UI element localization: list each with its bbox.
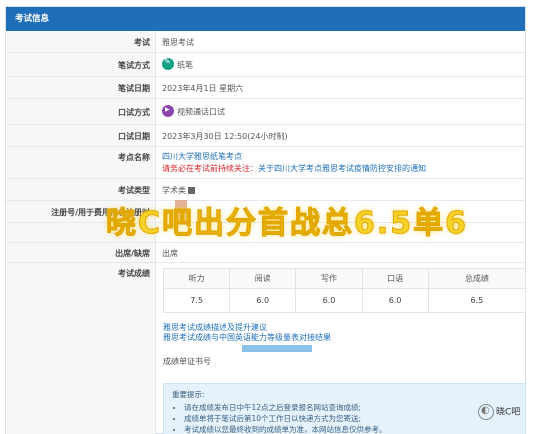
video-call-icon: [162, 105, 174, 117]
score-links: 雅思考试成绩描述及提升建议 雅思考试成绩与中国英语能力等级量表对接结果: [163, 323, 331, 343]
label-venue: 考点名称: [118, 153, 150, 162]
pen-icon: [162, 57, 174, 70]
score-reading: 6.0: [229, 288, 297, 313]
score-mapping-link[interactable]: 雅思考试成绩与中国英语能力等级量表对接结果: [163, 333, 331, 343]
label-scores: 考试成绩: [118, 269, 150, 278]
header-writing: 写作: [295, 268, 363, 289]
label-speaking-method: 口试方式: [118, 108, 150, 117]
scores-header-row: 听力 阅读 写作 口语 总成绩: [162, 268, 527, 289]
score-speaking: 6.0: [361, 288, 429, 313]
row-attendance: 出席/缺席 出席: [6, 243, 525, 263]
value-attendance: 出席: [162, 249, 178, 258]
method-text: 纸笔: [177, 60, 193, 70]
hint-item: 成绩单将于笔试后第10个工作日以快递方式为您寄送;: [184, 413, 517, 424]
score-overall: 6.5: [427, 288, 527, 313]
redaction-blur: [242, 345, 312, 352]
label-attendance: 出席/缺席: [115, 249, 150, 258]
score-describe-link[interactable]: 雅思考试成绩描述及提升建议: [163, 323, 331, 333]
label-speaking-date: 口试日期: [118, 132, 150, 141]
row-speaking-method: 口试方式 视频通话口试: [6, 99, 525, 125]
hint-list: 请在成绩发布日中午12点之后登录报名网站查询成绩; 成绩单将于笔试后第10个工作…: [184, 402, 517, 434]
panel-title: 考试信息: [6, 7, 525, 31]
notice-prefix: 请务必在考试前持续关注：: [162, 164, 258, 173]
brand-logo: 晓C吧: [478, 404, 520, 420]
value-method: 纸笔: [162, 57, 193, 71]
label-written-date: 笔试日期: [118, 84, 150, 93]
label-method: 笔试方式: [118, 61, 150, 70]
hint-title: 重要提示:: [172, 390, 205, 399]
header-reading: 阅读: [229, 268, 297, 289]
label-exam: 考试: [134, 38, 150, 47]
value-speaking-date: 2023年3月30日 12:50(24小时制): [162, 132, 288, 141]
speaking-method-text: 视频通话口试: [177, 107, 225, 117]
header-overall: 总成绩: [427, 268, 527, 289]
value-type: 学术类: [162, 185, 195, 196]
notice-link[interactable]: 关于四川大学考点雅思考试疫情防控安排的通知: [258, 164, 426, 173]
hint-box: 重要提示: 请在成绩发布日中午12点之后登录报名网站查询成绩; 成绩单将于笔试后…: [163, 383, 526, 434]
row-method: 笔试方式 纸笔: [6, 53, 525, 77]
row-venue: 考点名称 四川大学雅思纸笔考点 请务必在考试前持续关注：关于四川大学考点雅思考试…: [6, 147, 525, 179]
value-exam: 雅思考试: [162, 38, 194, 47]
scores-value-row: 7.5 6.0 6.0 6.0 6.5: [162, 288, 527, 313]
watermark-overlay: 晓C吧出分首战总6.5单6: [105, 206, 469, 242]
score-writing: 6.0: [295, 288, 363, 313]
row-exam: 考试 雅思考试: [6, 31, 525, 53]
row-written-date: 笔试日期 2023年4月1日 星期六: [6, 77, 525, 99]
venue-link[interactable]: 四川大学雅思纸笔考点: [162, 151, 242, 162]
value-speaking-method: 视频通话口试: [162, 105, 225, 118]
hint-item: 考试成绩以您最终收到的成绩单为准，本网站信息仅供参考。: [184, 424, 517, 434]
label-type: 考试类型: [118, 186, 150, 195]
scores-table: 听力 阅读 写作 口语 总成绩 7.5 6.0 6.0 6.0 6.5: [162, 268, 527, 313]
header-speaking: 口语: [361, 268, 429, 289]
venue-notice: 请务必在考试前持续关注：关于四川大学考点雅思考试疫情防控安排的通知: [162, 163, 426, 174]
report-label: 成绩单证书号: [163, 357, 211, 366]
value-written-date: 2023年4月1日 星期六: [162, 84, 244, 93]
hint-item: 请在成绩发布日中午12点之后登录报名网站查询成绩;: [184, 402, 517, 413]
header-listening: 听力: [162, 268, 231, 289]
logo-icon: [478, 404, 494, 420]
type-text: 学术类: [162, 186, 186, 195]
logo-text: 晓C吧: [496, 407, 521, 418]
score-listening: 7.5: [162, 288, 231, 313]
row-speaking-date: 口试日期 2023年3月30日 12:50(24小时制): [6, 125, 525, 147]
info-icon: [188, 187, 195, 194]
